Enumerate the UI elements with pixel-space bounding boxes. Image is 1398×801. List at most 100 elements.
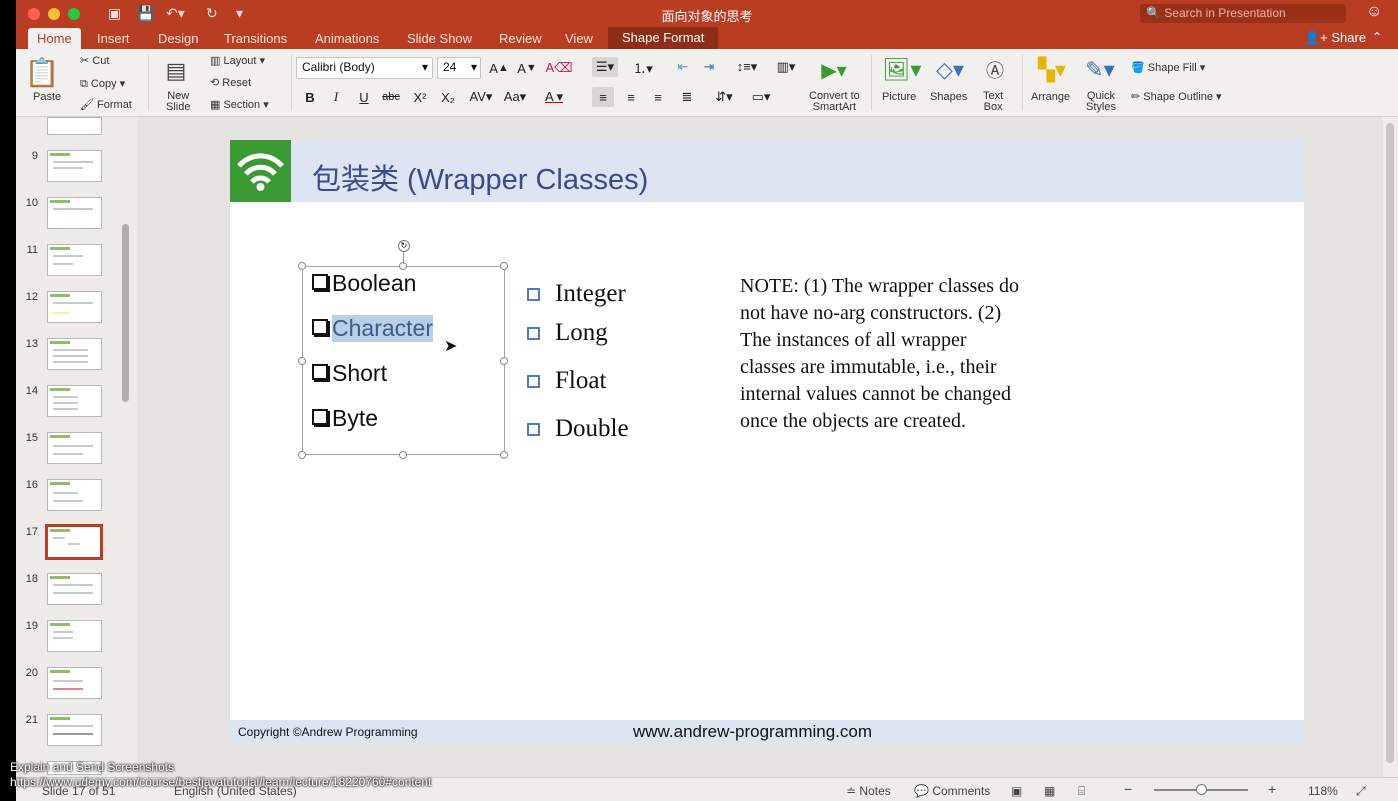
numbering-icon[interactable]: ⒈▾ — [628, 57, 658, 77]
arrange-icon[interactable]: ▚▾ — [1032, 55, 1072, 85]
slide-thumbnail[interactable] — [47, 714, 102, 746]
slide-thumbnail[interactable] — [47, 117, 102, 135]
smartart-icon[interactable]: ▶▾ — [816, 57, 852, 83]
list-item[interactable]: Long — [527, 319, 608, 347]
resize-handle[interactable] — [399, 451, 407, 459]
slide-thumbnail-selected[interactable] — [45, 524, 103, 560]
tab-home[interactable]: Home — [28, 28, 81, 49]
picture-icon[interactable]: 🖼▾ — [882, 55, 922, 85]
change-case-icon[interactable]: Aa▾ — [502, 87, 528, 107]
shapes-icon[interactable]: ◇▾ — [930, 55, 970, 85]
shape-fill-button[interactable]: 🪣 Shape Fill ▾ — [1131, 61, 1205, 74]
align-center-icon[interactable]: ≡ — [620, 87, 642, 107]
superscript-button[interactable]: X² — [409, 87, 431, 107]
justify-icon[interactable]: ≣ — [676, 87, 698, 107]
tab-insert[interactable]: Insert — [91, 30, 136, 47]
subscript-button[interactable]: X₂ — [437, 87, 459, 107]
slide-thumbnail[interactable] — [47, 667, 102, 699]
slide-thumbnail[interactable] — [47, 150, 102, 182]
shape-outline-button[interactable]: ✏ Shape Outline ▾ — [1131, 90, 1222, 103]
clear-formatting-icon[interactable]: A⌫ — [545, 58, 572, 78]
slide-thumbnail[interactable] — [47, 291, 102, 323]
text-direction-icon[interactable]: ⇵▾ — [709, 87, 739, 107]
new-slide-button[interactable]: New Slide — [166, 91, 190, 113]
resize-handle[interactable] — [500, 451, 508, 459]
slide-thumbnail[interactable] — [47, 197, 102, 229]
slide-sorter-icon[interactable]: ▦ — [1044, 784, 1055, 798]
align-right-icon[interactable]: ≡ — [647, 87, 669, 107]
list-item[interactable]: Float — [527, 367, 606, 395]
tab-view[interactable]: View — [559, 30, 599, 47]
tab-design[interactable]: Design — [152, 30, 204, 47]
slide-thumbnail[interactable] — [47, 385, 102, 417]
paste-label[interactable]: Paste — [33, 91, 61, 103]
search-input[interactable]: 🔍 Search in Presentation — [1140, 4, 1346, 23]
resize-handle[interactable] — [500, 262, 508, 270]
fit-slide-icon[interactable]: ⤢ — [1356, 784, 1366, 799]
list-item[interactable]: Byte — [312, 405, 378, 432]
section-button[interactable]: ▦ Section ▾ — [210, 98, 269, 111]
resize-handle[interactable] — [298, 262, 306, 270]
thumbnails-scrollbar[interactable] — [122, 224, 129, 402]
collapse-ribbon-icon[interactable]: ⌃ — [1372, 30, 1382, 44]
slide-thumbnail[interactable] — [47, 620, 102, 652]
comments-button[interactable]: 💬 Comments — [914, 784, 990, 798]
list-item[interactable]: Character — [312, 315, 433, 342]
list-item[interactable]: Integer — [527, 280, 626, 308]
resize-handle[interactable] — [298, 357, 306, 365]
layout-button[interactable]: ▥ Layout ▾ — [210, 54, 265, 67]
format-painter-button[interactable]: 🖌 Format — [80, 98, 132, 111]
list-item[interactable]: Boolean — [312, 270, 416, 297]
slide-thumbnail[interactable] — [47, 573, 102, 605]
text-box-icon[interactable]: Ⓐ — [981, 55, 1009, 85]
font-name-select[interactable]: Calibri (Body) ▾ — [296, 57, 433, 79]
quick-styles-button[interactable]: Quick Styles — [1086, 91, 1116, 113]
font-color-icon[interactable]: A ▾ — [539, 87, 569, 107]
resize-handle[interactable] — [500, 357, 508, 365]
convert-to-smartart-button[interactable]: Convert to SmartArt — [809, 91, 860, 113]
zoom-slider-knob[interactable] — [1196, 784, 1207, 795]
reset-button[interactable]: ⟲ Reset — [210, 76, 251, 89]
rotate-handle-icon[interactable]: ↻ — [398, 240, 410, 252]
scrollbar-thumb[interactable] — [1386, 123, 1394, 763]
zoom-in-icon[interactable]: + — [1268, 781, 1276, 797]
line-spacing-icon[interactable]: ↕≡▾ — [732, 57, 762, 77]
canvas-scrollbar[interactable] — [1383, 117, 1398, 777]
align-left-icon[interactable]: ≡ — [592, 87, 614, 107]
list-item[interactable]: Double — [527, 415, 629, 443]
decrease-font-icon[interactable]: A ▼ — [516, 58, 538, 78]
reading-view-icon[interactable]: ⌸ — [1078, 784, 1085, 799]
columns-icon[interactable]: ▥▾ — [770, 57, 802, 77]
slide-thumbnail[interactable] — [47, 338, 102, 370]
slide-thumbnail[interactable] — [47, 479, 102, 511]
bold-button[interactable]: B — [299, 87, 321, 107]
copy-button[interactable]: ⧉ Copy ▾ — [80, 77, 125, 91]
paste-icon[interactable]: 📋 — [24, 53, 60, 91]
increase-indent-icon[interactable]: ⇥ — [698, 57, 720, 77]
slide-title[interactable]: 包装类 (Wrapper Classes) — [312, 156, 648, 198]
tab-slide-show[interactable]: Slide Show — [401, 30, 478, 47]
zoom-out-icon[interactable]: − — [1124, 781, 1132, 797]
zoom-level[interactable]: 118% — [1308, 784, 1338, 798]
resize-handle[interactable] — [298, 451, 306, 459]
note-text-box[interactable]: NOTE: (1) The wrapper classes do not hav… — [740, 273, 1080, 435]
normal-view-icon[interactable]: ▣ — [1011, 784, 1022, 798]
increase-font-icon[interactable]: A ▲ — [488, 58, 510, 78]
decrease-indent-icon[interactable]: ⇤ — [672, 57, 694, 77]
arrange-button[interactable]: Arrange — [1031, 91, 1070, 103]
italic-button[interactable]: I — [325, 87, 347, 107]
notes-button[interactable]: ≐ Notes — [846, 784, 891, 798]
underline-button[interactable]: U — [353, 87, 375, 107]
selected-text[interactable]: Character — [332, 315, 433, 342]
font-size-select[interactable]: 24 ▾ — [437, 57, 481, 79]
cut-button[interactable]: ✂ Cut — [80, 54, 109, 67]
character-spacing-icon[interactable]: AV▾ — [468, 87, 494, 107]
slide-thumbnail[interactable] — [47, 432, 102, 464]
share-button[interactable]: 👤+ Share — [1304, 30, 1366, 46]
tab-animations[interactable]: Animations — [309, 30, 385, 47]
tab-shape-format[interactable]: Shape Format — [608, 27, 719, 49]
quick-styles-icon[interactable]: ✎▾ — [1080, 55, 1120, 85]
new-slide-icon[interactable]: ▤ — [158, 55, 194, 87]
tab-review[interactable]: Review — [493, 30, 548, 47]
strikethrough-button[interactable]: abc — [380, 87, 402, 107]
